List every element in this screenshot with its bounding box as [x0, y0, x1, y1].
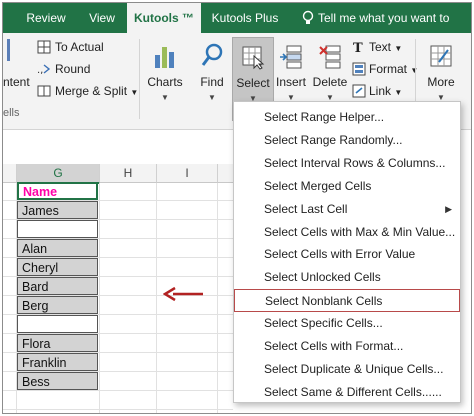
find-button[interactable]: Find ▼ [192, 37, 232, 119]
round-button[interactable]: Round [55, 62, 90, 76]
format-button[interactable]: Format ▼ [369, 62, 418, 76]
more-grid-icon [430, 45, 452, 67]
lightbulb-icon [302, 10, 314, 24]
gridline [156, 183, 157, 413]
bar-chart-icon [155, 47, 174, 68]
menu-item[interactable]: Select Specific Cells... [234, 312, 460, 335]
menu-item-label: Select Range Randomly... [264, 132, 403, 147]
gridline [99, 183, 100, 413]
cell-g-row[interactable]: Berg [17, 296, 98, 314]
cell-g-row[interactable]: Bess [17, 372, 98, 390]
link-label: Link [369, 84, 392, 98]
menu-item-label: Select Cells with Error Value [264, 247, 416, 262]
chevron-down-icon: ▼ [208, 93, 216, 102]
menu-item[interactable]: Select Cells with Max & Min Value... [234, 221, 460, 244]
cell-g-row-empty[interactable] [17, 220, 98, 238]
cell-g-row[interactable]: Franklin [17, 353, 98, 371]
to-actual-icon [37, 40, 51, 54]
menu-item[interactable]: Select Merged Cells [234, 175, 460, 198]
column-header-g[interactable]: G [17, 164, 100, 184]
cell-g-row-empty[interactable] [17, 315, 98, 333]
menu-item-label: Select Unlocked Cells [264, 270, 381, 285]
excel-window: Review View Kutools ™ Kutools Plus Tell … [2, 2, 472, 414]
menu-item-label: Select Same & Different Cells...... [264, 384, 442, 399]
charts-button[interactable]: Charts ▼ [145, 37, 185, 119]
format-label: Format [369, 62, 408, 76]
menu-item[interactable]: Select Duplicate & Unique Cells... [234, 358, 460, 381]
menu-item-label: Select Cells with Max & Min Value... [264, 224, 456, 239]
round-icon: ., [37, 64, 51, 76]
menu-item[interactable]: Select Interval Rows & Columns... [234, 152, 460, 175]
tab-review[interactable]: Review [15, 3, 77, 33]
cell-g-row[interactable]: Bard [17, 277, 98, 295]
gridline [3, 409, 233, 410]
menu-item[interactable]: Select Range Randomly... [234, 129, 460, 152]
menu-item-label: Select Range Helper... [264, 110, 385, 124]
charts-label: Charts [147, 75, 183, 89]
gridline [217, 183, 218, 413]
insert-icon [280, 45, 302, 69]
cell-g-row[interactable]: Alan [17, 239, 98, 257]
chevron-down-icon: ▼ [394, 44, 403, 53]
menu-item-label: Select Nonblank Cells [265, 294, 383, 309]
tab-kutools[interactable]: Kutools ™ [127, 3, 201, 34]
magnifier-icon [201, 43, 223, 66]
svg-text:.,: ., [37, 65, 43, 76]
column-header-i[interactable]: I [157, 164, 218, 183]
link-icon [352, 84, 366, 98]
menu-item-label: Select Last Cell [264, 201, 348, 216]
tab-kutools-plus[interactable]: Kutools Plus [203, 3, 287, 33]
menu-item[interactable]: Select Unlocked Cells [234, 266, 460, 289]
menu-item-label: Select Specific Cells... [264, 316, 383, 331]
merge-split-button[interactable]: Merge & Split ▼ [55, 84, 138, 98]
content-button-label[interactable]: ntent [3, 75, 30, 89]
menu-item[interactable]: Select Cells with Error Value [234, 243, 460, 266]
link-button[interactable]: Link ▼ [369, 84, 402, 98]
text-icon: T [353, 41, 363, 54]
more-label: More [427, 75, 455, 89]
menu-item[interactable]: Select Last Cell ▶ [234, 198, 460, 221]
tab-view[interactable]: View [79, 3, 125, 33]
menu-item-label: Select Merged Cells [264, 178, 372, 193]
cell-g-row[interactable]: Cheryl [17, 258, 98, 276]
select-range-icon [242, 46, 265, 70]
column-header-left-clipped[interactable] [3, 164, 17, 183]
menu-item[interactable]: Select Same & Different Cells...... [234, 381, 460, 404]
select-dropdown-menu: Select Range Helper... Select Range Rando… [233, 101, 461, 403]
cell-g-row[interactable]: James [17, 201, 98, 219]
to-actual-button[interactable]: To Actual [55, 40, 104, 54]
menu-item[interactable]: Select Cells with Format... [234, 335, 460, 358]
cell-g-name-header[interactable]: Name [17, 182, 98, 200]
format-icon [352, 62, 366, 76]
menu-item-label: Select Cells with Format... [264, 339, 404, 353]
menu-item-label: Select Duplicate & Unique Cells... [264, 361, 444, 376]
delete-icon [319, 45, 341, 69]
text-label: Text [369, 40, 392, 54]
chevron-down-icon: ▼ [394, 88, 403, 97]
cells-group-label: ells [3, 107, 20, 119]
column-header-h[interactable]: H [100, 164, 157, 183]
svg-text:T: T [353, 41, 363, 54]
ribbon-tab-bar: Review View Kutools ™ Kutools Plus Tell … [3, 3, 471, 55]
menu-item[interactable]: Select Nonblank Cells [234, 289, 460, 313]
clipped-icon [7, 39, 18, 61]
submenu-arrow-icon: ▶ [445, 203, 452, 214]
menu-item-label: Select Interval Rows & Columns... [264, 155, 446, 170]
text-button[interactable]: Text ▼ [369, 40, 402, 54]
chevron-down-icon: ▼ [130, 88, 139, 97]
cell-g-row[interactable]: Flora [17, 334, 98, 352]
menu-item[interactable]: Select Range Helper... [234, 106, 460, 129]
delete-label: Delete [312, 75, 348, 89]
chevron-down-icon: ▼ [161, 93, 169, 102]
merge-split-label: Merge & Split [55, 84, 128, 98]
merge-split-icon [37, 85, 51, 97]
tell-me-search[interactable]: Tell me what you want to do... [318, 3, 471, 55]
left-arrow-icon [163, 286, 203, 302]
